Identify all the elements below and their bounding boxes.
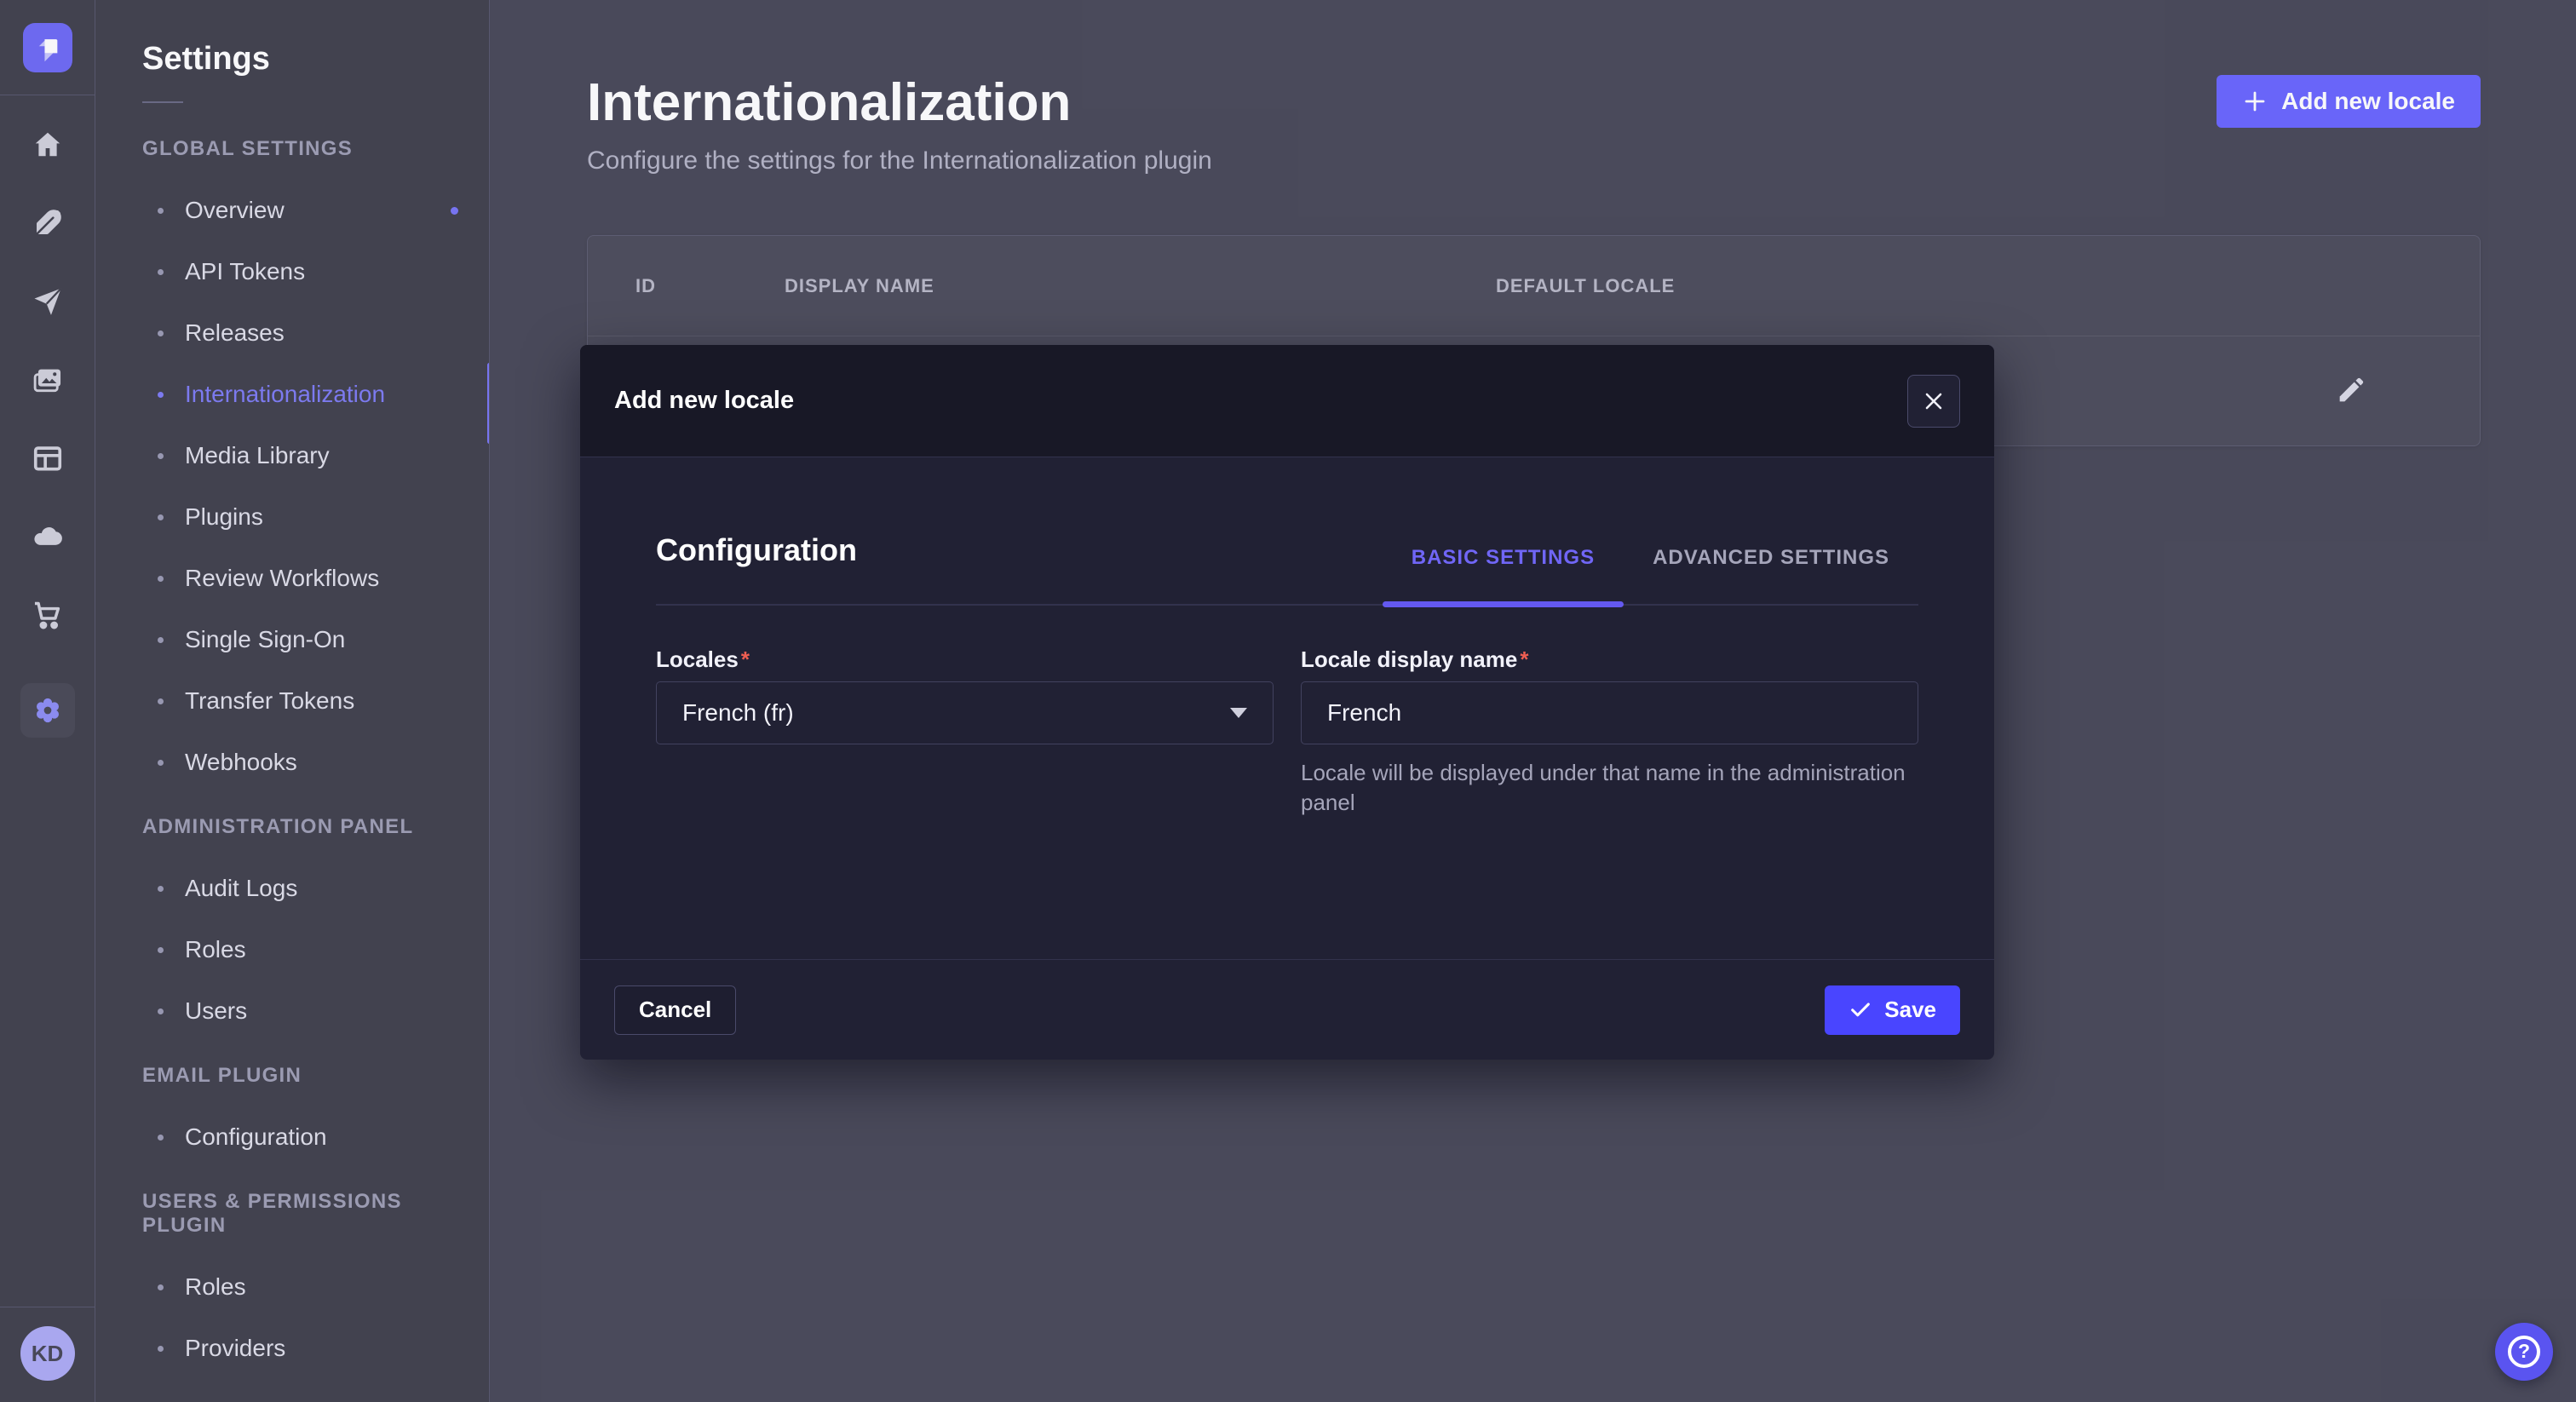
- chevron-down-icon: [1230, 708, 1247, 718]
- close-x-icon: [1921, 388, 1946, 414]
- display-name-label: Locale display name*: [1301, 646, 1918, 673]
- check-icon: [1849, 998, 1872, 1022]
- required-asterisk: *: [741, 646, 750, 672]
- modal-close-button[interactable]: [1907, 375, 1960, 428]
- display-name-helper: Locale will be displayed under that name…: [1301, 758, 1918, 818]
- cancel-button[interactable]: Cancel: [614, 985, 736, 1035]
- locales-select[interactable]: French (fr): [656, 681, 1274, 744]
- question-mark-icon: ?: [2508, 1336, 2540, 1368]
- tab-basic-settings[interactable]: BASIC SETTINGS: [1383, 546, 1624, 604]
- display-name-input[interactable]: [1301, 681, 1918, 744]
- add-locale-modal: Add new locale Configuration BASIC SETTI…: [580, 345, 1994, 1060]
- modal-title: Add new locale: [614, 387, 794, 415]
- modal-section-title: Configuration: [656, 532, 857, 604]
- help-button[interactable]: ?: [2495, 1323, 2553, 1381]
- locales-label: Locales*: [656, 646, 1274, 673]
- locales-select-value: French (fr): [682, 699, 794, 727]
- settings-tabs: BASIC SETTINGSADVANCED SETTINGS: [1383, 546, 1918, 604]
- required-asterisk: *: [1520, 646, 1528, 672]
- save-button[interactable]: Save: [1825, 985, 1960, 1035]
- tab-advanced-settings[interactable]: ADVANCED SETTINGS: [1624, 546, 1918, 604]
